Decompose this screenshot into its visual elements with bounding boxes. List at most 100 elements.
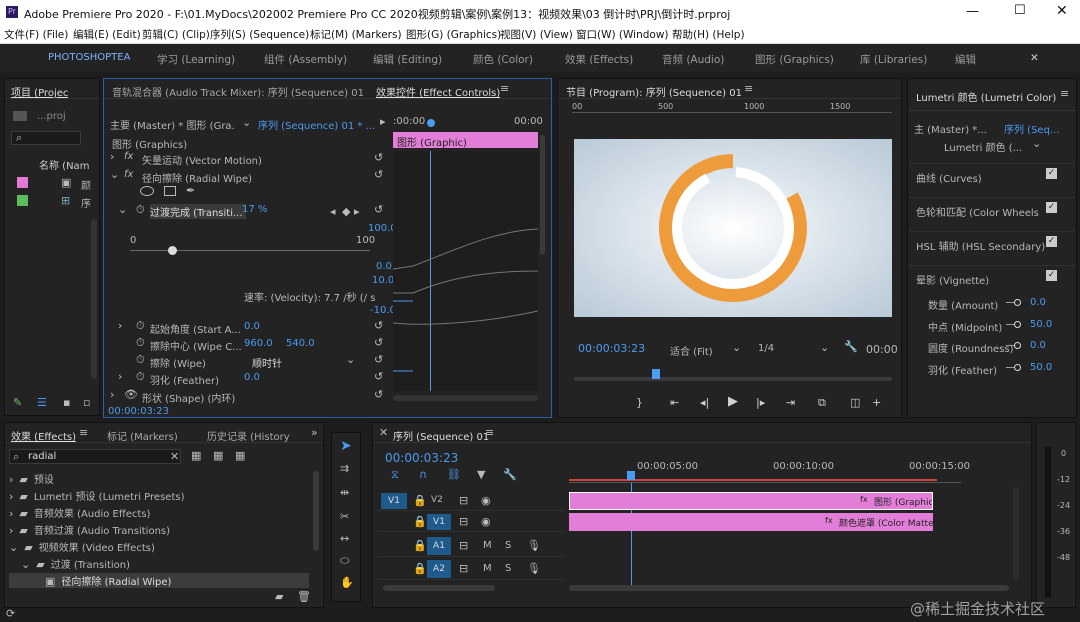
lumetri-section-wheels[interactable]: 色轮和匹配 (Color Wheels & ...tc ✓: [908, 197, 1076, 219]
status-icon[interactable]: ⟳: [6, 608, 15, 619]
minimize-button[interactable]: —: [966, 4, 979, 19]
timeline-settings-icon[interactable]: 🔧: [503, 469, 517, 480]
stopwatch-icon[interactable]: ⏱: [136, 337, 145, 348]
wipe-row[interactable]: ⏱ 擦除 (Wipe) 顺时针 ⌄: [118, 354, 398, 370]
reset-icon[interactable]: ↺: [374, 337, 383, 348]
menu-view[interactable]: 视图(V) (View): [500, 27, 573, 42]
workspace-color[interactable]: 颜色 (Color): [473, 52, 533, 67]
add-marker-icon[interactable]: ▼: [477, 469, 485, 480]
keyframe-graph[interactable]: [393, 151, 538, 391]
maximize-button[interactable]: ☐: [1014, 3, 1026, 18]
project-search-input[interactable]: ⌕: [11, 131, 81, 145]
timeline-clip-graphic[interactable]: fx 图形 (Graphic: [569, 492, 933, 510]
sync-icon[interactable]: ⊟: [459, 563, 468, 574]
lumetri-master-label[interactable]: 主 (Master) *...: [914, 121, 987, 136]
panel-menu-icon[interactable]: ≡: [744, 83, 753, 94]
sync-icon[interactable]: ⊟: [459, 540, 468, 551]
camera-icon[interactable]: ◫: [850, 397, 860, 408]
ec-timecode[interactable]: 00:00:03:23: [108, 406, 169, 417]
linked-selection-icon[interactable]: ⛓: [447, 469, 461, 480]
pencil-icon[interactable]: ✎: [13, 397, 22, 408]
feather-row[interactable]: › ⏱ 羽化 (Feather) 0.0: [118, 371, 398, 387]
vignette-param-feather[interactable]: 羽化 (Feather) 50.0: [908, 360, 1076, 377]
ec-playhead-marker[interactable]: [427, 119, 435, 127]
timeline-h-scroll[interactable]: [569, 585, 1009, 591]
chevron-right-icon[interactable]: ›: [118, 371, 122, 382]
work-area-bar[interactable]: [569, 479, 937, 481]
timeline-v-scroll[interactable]: [1013, 487, 1019, 579]
go-to-out-icon[interactable]: ⇥: [786, 397, 795, 408]
reset-icon[interactable]: ↺: [374, 389, 383, 400]
transition-slider[interactable]: [130, 246, 370, 255]
close-tab-icon[interactable]: ✕: [379, 427, 388, 438]
workspace-libraries[interactable]: 库 (Libraries): [860, 52, 927, 67]
new-bin-icon[interactable]: ▰: [275, 591, 283, 602]
ec-zoom-scroll[interactable]: [393, 395, 538, 401]
settings-wrench-icon[interactable]: 🔧: [844, 341, 858, 352]
sync-icon[interactable]: ⊟: [459, 516, 468, 527]
lumetri-section-hsl[interactable]: HSL 辅助 (HSL Secondary) ✓: [908, 231, 1076, 253]
pen-mask-icon[interactable]: ✒: [186, 185, 195, 196]
panel-menu-icon[interactable]: ≡: [79, 427, 88, 438]
track-a2[interactable]: 🔒 A2 ⊟ M S 🎙: [377, 558, 565, 580]
tab-sequence[interactable]: 序列 (Sequence) 01: [393, 428, 489, 443]
chevron-right-icon[interactable]: ›: [110, 151, 114, 162]
chevron-down-icon[interactable]: ⌄: [110, 169, 119, 180]
stopwatch-icon[interactable]: ⏱: [136, 320, 145, 331]
eye-icon[interactable]: ◉: [481, 495, 491, 506]
lock-icon[interactable]: 🔒: [413, 516, 427, 527]
play-button[interactable]: ▶: [728, 395, 738, 408]
effects-tree-item[interactable]: › ▰ 音频效果 (Audio Effects): [9, 505, 309, 520]
timeline-h-scroll-left[interactable]: [383, 585, 495, 591]
enable-checkbox[interactable]: ✓: [1046, 270, 1057, 281]
ec-clip-bar[interactable]: 图形 (Graphic): [393, 132, 538, 149]
workspace-more-icon[interactable]: ✕: [1030, 52, 1039, 64]
accelerated-effects-icon[interactable]: ▦: [191, 450, 201, 461]
quality-dropdown[interactable]: 1/4: [758, 343, 774, 354]
workspace-editing-2[interactable]: 编辑: [955, 52, 976, 67]
param-slider[interactable]: [1006, 342, 1021, 349]
param-slider[interactable]: [1006, 321, 1021, 328]
lumetri-section-curves[interactable]: 曲线 (Curves) ✓: [908, 163, 1076, 185]
param-value[interactable]: 50.0: [1030, 319, 1052, 330]
tab-effects[interactable]: 效果 (Effects): [11, 428, 76, 443]
effects-scrollbar[interactable]: [313, 471, 319, 551]
icon-view-icon[interactable]: ▪: [63, 397, 70, 408]
wipe-center-x[interactable]: 960.0: [244, 338, 273, 349]
workspace-effects[interactable]: 效果 (Effects): [565, 52, 633, 67]
lumetri-fx-label[interactable]: Lumetri 颜色 (...: [944, 139, 1022, 154]
workspace-assembly[interactable]: 组件 (Assembly): [264, 52, 347, 67]
project-scrollbar[interactable]: [91, 219, 97, 379]
panel-menu-icon[interactable]: ≡: [485, 427, 494, 438]
lock-icon[interactable]: 🔒: [413, 540, 427, 551]
timeline-ruler[interactable]: 00:00:05:00 00:00:10:00 00:00:15:00: [569, 459, 970, 483]
solo-button[interactable]: S: [505, 540, 511, 551]
add-keyframe-icon[interactable]: ◆: [342, 206, 350, 217]
timeline-timecode[interactable]: 00:00:03:23: [385, 451, 458, 465]
lumetri-section-vignette[interactable]: 晕影 (Vignette) ✓: [908, 265, 1076, 287]
program-timecode[interactable]: 00:00:03:23: [578, 342, 645, 355]
ec-scrollbar[interactable]: [540, 135, 545, 255]
close-window-button[interactable]: ✕: [1056, 3, 1068, 19]
chevron-down-icon[interactable]: ⌄: [242, 117, 251, 128]
microphone-icon[interactable]: 🎙: [527, 563, 541, 574]
stopwatch-icon[interactable]: ⏱: [136, 371, 145, 382]
reset-icon[interactable]: ↺: [374, 320, 383, 331]
workspace-audio[interactable]: 音频 (Audio): [662, 52, 724, 67]
add-button-icon[interactable]: +: [872, 397, 881, 408]
eye-icon[interactable]: 👁: [124, 389, 138, 400]
wipe-dropdown[interactable]: 顺时针: [252, 355, 282, 370]
source-patch-v1[interactable]: V1: [381, 493, 407, 509]
param-slider[interactable]: [1006, 364, 1021, 371]
delete-icon[interactable]: 🗑: [297, 591, 311, 602]
rect-mask-icon[interactable]: [164, 186, 176, 196]
eye-icon[interactable]: ◉: [481, 516, 491, 527]
reset-icon[interactable]: ↺: [374, 371, 383, 382]
reset-icon[interactable]: ↺: [374, 152, 383, 163]
next-keyframe-icon[interactable]: ▸: [354, 206, 360, 217]
master-clip-label[interactable]: 主要 (Master) * 图形 (Gra...: [110, 117, 234, 132]
chevron-down-icon[interactable]: ⌄: [118, 204, 127, 215]
tab-program[interactable]: 节目 (Program): 序列 (Sequence) 01: [566, 84, 742, 99]
vector-motion-row[interactable]: › fx 矢量运动 (Vector Motion): [110, 151, 390, 167]
program-scrub-bar[interactable]: [574, 369, 892, 381]
